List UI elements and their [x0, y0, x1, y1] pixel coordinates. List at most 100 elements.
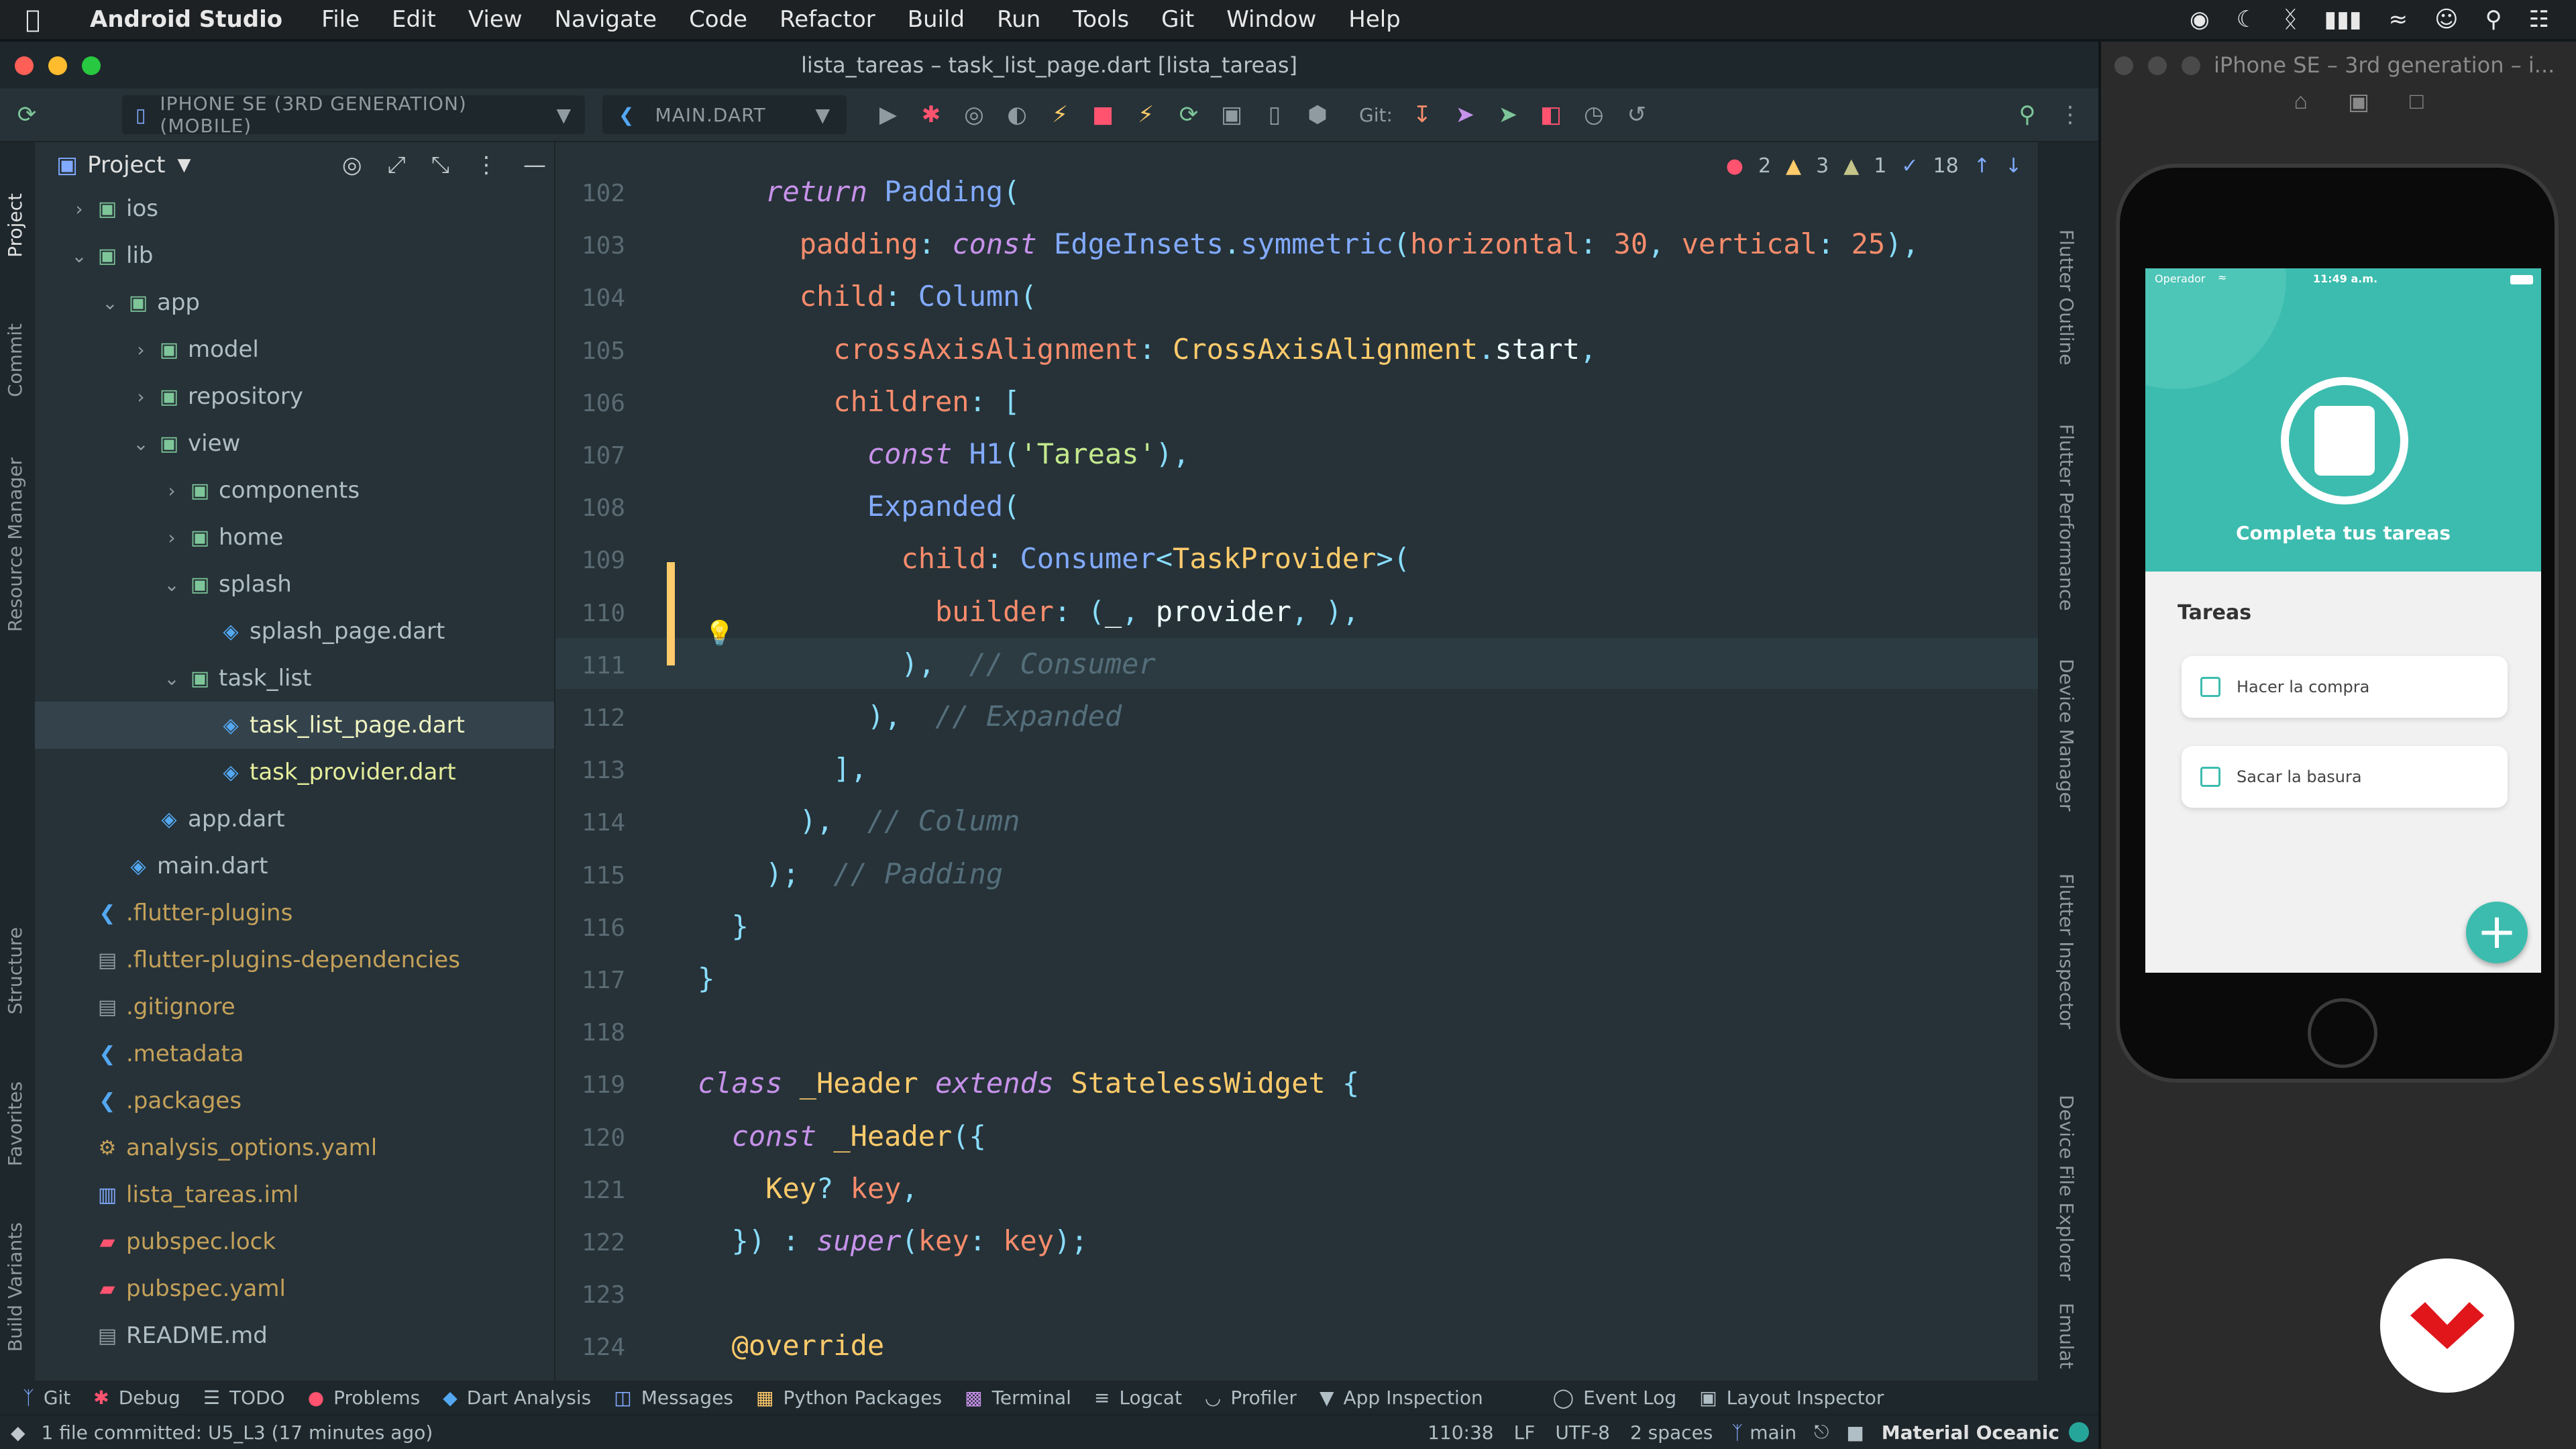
tree-item[interactable]: ◈ app.dart	[35, 796, 554, 843]
task-item[interactable]: Hacer la compra	[2182, 656, 2508, 718]
tree-item[interactable]: ⌄ ▣ splash	[35, 561, 554, 608]
tool-debug[interactable]: ✱ Debug	[93, 1387, 180, 1409]
inspection-widget[interactable]: ● 2 ▲ 3 ▲ 1 ✓ 18 ↑ ↓	[1726, 154, 2022, 178]
tree-item[interactable]: › ▣ ios	[35, 185, 554, 232]
theme-indicator[interactable]	[2069, 1422, 2089, 1442]
menu-edit[interactable]: Edit	[392, 6, 436, 33]
search-everywhere-icon[interactable]: ⚲	[2012, 101, 2042, 128]
tool-problems[interactable]: ● Problems	[308, 1387, 421, 1409]
chevron-icon[interactable]: ›	[127, 339, 154, 361]
tool-dart-analysis[interactable]: ◆ Dart Analysis	[443, 1387, 591, 1409]
task-checkbox[interactable]	[2200, 677, 2220, 697]
device-selector[interactable]: ▯ IPHONE SE (3RD GENERATION) (MOBILE) ▼	[122, 93, 585, 137]
code-line[interactable]: }	[698, 901, 749, 952]
git-update-icon[interactable]: ↧	[1407, 101, 1437, 128]
zoom-window-button[interactable]	[82, 56, 101, 75]
tab-commit[interactable]: Commit	[4, 323, 26, 397]
chevron-icon[interactable]: ›	[66, 198, 93, 220]
tree-item[interactable]: ▥ lista_tareas.iml	[35, 1171, 554, 1218]
code-line[interactable]: builder: (_, provider, ),	[698, 586, 1359, 637]
hot-reload-icon[interactable]: ⚡	[1045, 101, 1075, 128]
menu-code[interactable]: Code	[689, 6, 747, 33]
tab-project[interactable]: Project	[4, 193, 26, 258]
tool-python-packages[interactable]: ▦ Python Packages	[756, 1387, 942, 1409]
line-separator[interactable]: LF	[1514, 1421, 1536, 1444]
tab-device-manager[interactable]: Device Manager	[2055, 659, 2078, 811]
apple-icon[interactable]: 	[25, 6, 68, 34]
close-window-button[interactable]	[15, 56, 34, 75]
tool-layout-inspector[interactable]: ▣ Layout Inspector	[1699, 1387, 1884, 1409]
battery-icon[interactable]: ▮▮▮	[2324, 6, 2362, 33]
rotate-icon[interactable]: □	[2410, 89, 2424, 136]
chevron-icon[interactable]: ⌄	[66, 245, 93, 267]
lock-icon[interactable]: ⎋	[1814, 1421, 1829, 1444]
layers-icon[interactable]: ◆	[11, 1421, 25, 1444]
tree-item[interactable]: ⚙ analysis_options.yaml	[35, 1124, 554, 1171]
tab-resource-manager[interactable]: Resource Manager	[4, 458, 26, 632]
tool-logcat[interactable]: ≡ Logcat	[1094, 1387, 1182, 1409]
code-line[interactable]: }	[698, 953, 714, 1004]
menu-tools[interactable]: Tools	[1073, 6, 1129, 33]
profile-icon[interactable]: ◐	[1002, 101, 1032, 128]
previous-highlight-icon[interactable]: ↑	[1974, 154, 1990, 178]
theme-name[interactable]: Material Oceanic	[1882, 1421, 2059, 1444]
tree-item[interactable]: › ▣ components	[35, 467, 554, 514]
chevron-icon[interactable]: ⌄	[158, 574, 185, 596]
git-compare-icon[interactable]: ◧	[1536, 101, 1566, 128]
tab-flutter-inspector[interactable]: Flutter Inspector	[2055, 873, 2078, 1029]
tab-build-variants[interactable]: Build Variants	[4, 1222, 26, 1352]
tool-terminal[interactable]: ▩ Terminal	[965, 1387, 1071, 1409]
coverage-icon[interactable]: ◎	[959, 101, 989, 128]
tree-item[interactable]: ❮ .flutter-plugins	[35, 890, 554, 936]
attach-debugger-icon[interactable]: ▣	[1217, 101, 1246, 128]
code-line[interactable]: child: Consumer<TaskProvider>(	[698, 533, 1410, 584]
file-encoding[interactable]: UTF-8	[1555, 1421, 1610, 1444]
code-editor[interactable]: 💡 ● 2 ▲ 3 ▲ 1 ✓ 18 ↑ ↓ 102 return Paddin…	[555, 142, 2038, 1381]
code-line[interactable]: }) : super(key: key);	[698, 1216, 1088, 1267]
code-line[interactable]: ), // Expanded	[698, 691, 1122, 742]
screenshot-icon[interactable]: ▣	[2348, 89, 2369, 136]
tree-item[interactable]: ⌄ ▣ app	[35, 279, 554, 326]
locate-icon[interactable]: ◎	[342, 152, 362, 178]
code-line[interactable]: child: Column(	[698, 271, 1037, 322]
caret-position[interactable]: 110:38	[1428, 1421, 1494, 1444]
bluetooth-icon[interactable]: ᛝ	[2284, 6, 2297, 33]
code-line[interactable]: ],	[698, 743, 867, 794]
code-line[interactable]: const _Header({	[698, 1111, 986, 1162]
apply-changes-icon[interactable]: ⚡	[1131, 101, 1161, 128]
chevron-icon[interactable]: ›	[127, 386, 154, 408]
next-highlight-icon[interactable]: ↓	[2005, 154, 2022, 178]
menu-view[interactable]: View	[468, 6, 523, 33]
tree-item[interactable]: › ▣ model	[35, 326, 554, 373]
search-icon[interactable]: ⚲	[2485, 6, 2502, 33]
close-window-button[interactable]	[2114, 56, 2133, 75]
git-commit-icon[interactable]: ➤	[1450, 101, 1480, 128]
tree-item[interactable]: › ▣ repository	[35, 373, 554, 420]
menu-git[interactable]: Git	[1161, 6, 1194, 33]
menu-run[interactable]: Run	[997, 6, 1040, 33]
sync-icon[interactable]: ⟳	[12, 101, 42, 128]
device-manager-icon[interactable]: ▯	[1260, 101, 1289, 128]
minimize-window-button[interactable]	[2148, 56, 2167, 75]
code-line[interactable]: ), // Column	[698, 796, 1020, 847]
tab-device-file-explorer[interactable]: Device File Explorer	[2055, 1095, 2078, 1281]
tab-structure[interactable]: Structure	[4, 927, 26, 1014]
moon-icon[interactable]: ☾	[2237, 6, 2257, 33]
tree-item[interactable]: ⌄ ▣ view	[35, 420, 554, 467]
add-task-button[interactable]: +	[2466, 902, 2528, 963]
tab-flutter-performance[interactable]: Flutter Performance	[2055, 424, 2078, 611]
stop-icon[interactable]: ■	[1088, 101, 1118, 128]
code-line[interactable]: return Padding(	[698, 166, 1020, 217]
inspector-icon[interactable]: ■	[1846, 1421, 1864, 1444]
menu-navigate[interactable]: Navigate	[555, 6, 657, 33]
chevron-icon[interactable]: ⌄	[97, 292, 123, 314]
tab-flutter-outline[interactable]: Flutter Outline	[2055, 229, 2078, 366]
git-branch[interactable]: main	[1750, 1421, 1796, 1444]
user-icon[interactable]: ☺	[2434, 6, 2458, 33]
record-icon[interactable]: ◉	[2190, 6, 2210, 33]
expand-all-icon[interactable]: ⤢	[388, 152, 406, 178]
tree-item[interactable]: ▰ pubspec.yaml	[35, 1265, 554, 1312]
tree-item[interactable]: ▤ .flutter-plugins-dependencies	[35, 936, 554, 983]
tree-item[interactable]: ⌄ ▣ lib	[35, 232, 554, 279]
tool-git[interactable]: ᛉ Git	[23, 1387, 70, 1409]
